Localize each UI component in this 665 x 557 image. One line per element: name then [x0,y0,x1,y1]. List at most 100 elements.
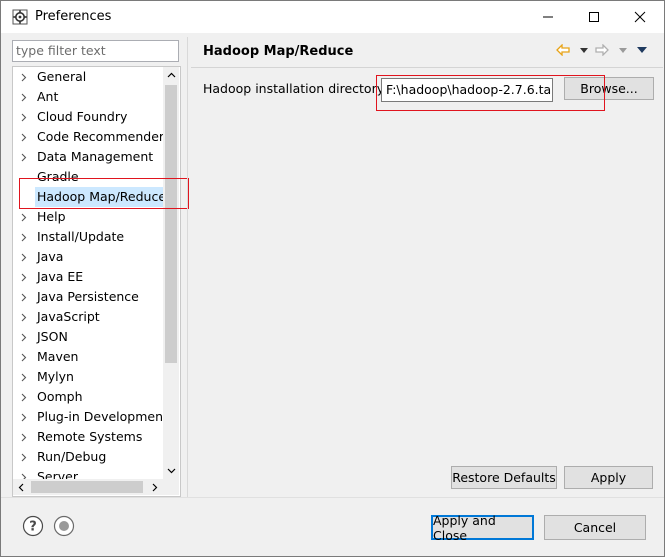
tree-item-label: Oomph [37,389,83,404]
tree-item[interactable]: Ant [13,87,163,107]
tree-item-label: Remote Systems [37,429,143,444]
forward-arrow-icon [595,44,609,56]
tree-item-label: Gradle [37,169,79,184]
tree-item[interactable]: Data Management [13,147,163,167]
apply-and-close-button[interactable]: Apply and Close [431,513,534,543]
tree-item[interactable]: Maven [13,347,163,367]
chevron-right-icon[interactable] [19,227,29,247]
tree-item-label: Mylyn [37,369,74,384]
tree-item[interactable]: JSON [13,327,163,347]
oomph-record-icon[interactable] [53,515,75,537]
cancel-button[interactable]: Cancel [544,515,646,540]
filter-box [12,40,179,62]
tree-item-label: General [37,69,87,84]
chevron-right-icon[interactable] [19,247,29,267]
tree-item[interactable]: Server [13,467,163,479]
chevron-right-icon[interactable] [19,67,29,87]
help-icon[interactable]: ? [22,515,44,537]
scroll-up-button[interactable] [163,67,179,83]
tree-item[interactable]: Mylyn [13,367,163,387]
chevron-right-icon[interactable] [19,327,29,347]
tree-item[interactable]: Gradle [13,167,163,187]
chevron-right-icon[interactable] [19,87,29,107]
chevron-right-icon[interactable] [19,147,29,167]
restore-defaults-button[interactable]: Restore Defaults [451,466,557,489]
preferences-app-icon [12,9,28,25]
apply-button[interactable]: Apply [564,466,653,489]
tree-item[interactable]: General [13,67,163,87]
chevron-right-icon[interactable] [19,407,29,427]
tree-item[interactable]: Java EE [13,267,163,287]
tree-item[interactable]: Install/Update [13,227,163,247]
tree-item[interactable]: Help [13,207,163,227]
tree-item[interactable]: Java Persistence [13,287,163,307]
tree-item-label: Java [37,249,64,264]
tree-item-label: Java EE [37,269,84,284]
view-menu-button[interactable] [635,43,649,57]
footer-separator [1,497,664,498]
tree-item-label: Help [37,209,66,224]
preferences-dialog: Preferences General Ant Cloud Foundry Code … [0,0,665,557]
panel-divider[interactable] [187,37,188,497]
close-button[interactable] [617,1,663,33]
svg-text:?: ? [29,520,37,535]
minimize-icon [543,16,553,18]
tree-horizontal-scrollbar[interactable] [13,479,163,495]
vertical-scroll-thumb[interactable] [165,85,177,363]
tree-item[interactable]: Cloud Foundry [13,107,163,127]
tree-item-label: Ant [37,89,59,104]
maximize-icon [589,12,599,22]
horizontal-scroll-thumb[interactable] [31,481,143,493]
scroll-right-button[interactable] [147,479,163,495]
tree-item-label: Code Recommenders [37,129,163,144]
tree-item-label: Maven [37,349,79,364]
chevron-down-icon [167,468,175,474]
tree-item-label: Data Management [37,149,154,164]
chevron-right-icon [152,483,158,491]
tree-item-label: Java Persistence [37,289,139,304]
chevron-right-icon[interactable] [19,107,29,127]
tree-item[interactable]: Run/Debug [13,447,163,467]
tree-item[interactable]: Remote Systems [13,427,163,447]
tree-item[interactable]: JavaScript [13,307,163,327]
chevron-right-icon[interactable] [19,427,29,447]
tree-item-label: JSON [37,329,68,344]
view-menu-icon [637,47,647,53]
tree-item[interactable]: Hadoop Map/Reduce [13,187,163,207]
tree-item-label: Server [37,469,78,479]
back-history-dropdown[interactable] [577,43,591,57]
scroll-down-button[interactable] [163,463,179,479]
chevron-right-icon[interactable] [19,127,29,147]
filter-input[interactable] [13,41,174,59]
chevron-right-icon[interactable] [19,307,29,327]
browse-button[interactable]: Browse... [564,77,654,100]
chevron-right-icon[interactable] [19,347,29,367]
maximize-button[interactable] [571,1,617,33]
tree-vertical-scrollbar[interactable] [163,67,179,479]
title-bar: Preferences [1,1,664,33]
dropdown-arrow-icon [619,47,627,53]
chevron-right-icon[interactable] [19,467,29,479]
chevron-right-icon[interactable] [19,267,29,287]
tree-item[interactable]: Code Recommenders [13,127,163,147]
tree-item-label: Cloud Foundry [37,109,128,124]
tree-item-label: Plug-in Development [37,409,163,424]
scroll-left-button[interactable] [13,479,29,495]
forward-button[interactable] [595,43,609,57]
chevron-right-icon[interactable] [19,447,29,467]
tree-item-label: Install/Update [37,229,125,244]
tree-item-label: Hadoop Map/Reduce [35,187,163,207]
install-dir-input[interactable] [382,79,552,99]
scrollbar-corner [163,479,179,495]
back-button[interactable] [556,43,570,57]
tree-item[interactable]: Oomph [13,387,163,407]
minimize-button[interactable] [525,1,571,33]
forward-history-dropdown[interactable] [616,43,630,57]
install-dir-field-box [381,78,553,102]
chevron-right-icon[interactable] [19,287,29,307]
tree-item[interactable]: Plug-in Development [13,407,163,427]
chevron-right-icon[interactable] [19,207,29,227]
chevron-right-icon[interactable] [19,387,29,407]
tree-item[interactable]: Java [13,247,163,267]
chevron-right-icon[interactable] [19,367,29,387]
